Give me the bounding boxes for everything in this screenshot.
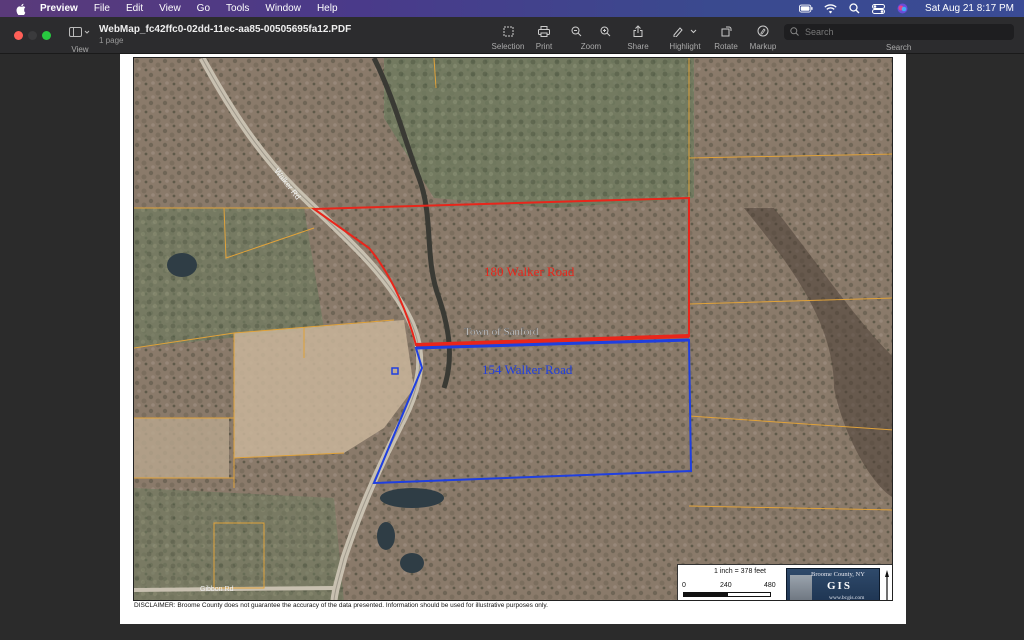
window-toolbar: View WebMap_fc42ffc0-02dd-11ec-aa85-0050…: [0, 17, 1024, 54]
highlight-icon: [670, 24, 700, 38]
scale-text: 1 inch = 378 feet: [714, 568, 766, 575]
selection-tool-label: Selection: [491, 42, 525, 51]
control-center-icon[interactable]: [871, 3, 885, 15]
view-label: View: [71, 45, 89, 54]
parcel-label-154: 154 Walker Road: [482, 362, 573, 377]
document-viewer[interactable]: 180 Walker Road 154 Walker Road Town of …: [0, 54, 1024, 640]
north-arrow-icon: [884, 569, 890, 600]
highlight-button[interactable]: Highlight: [665, 24, 705, 51]
markup-icon: [756, 24, 770, 38]
menu-view[interactable]: View: [159, 3, 181, 14]
scale-tick-240: 240: [720, 582, 732, 589]
document-title: WebMap_fc42ffc0-02dd-11ec-aa85-00505695f…: [99, 24, 352, 35]
zoom-button-group[interactable]: Zoom: [569, 24, 613, 51]
markup-button[interactable]: Markup: [743, 24, 783, 51]
search-input[interactable]: [805, 27, 995, 37]
print-button[interactable]: Print: [524, 24, 564, 51]
menu-app-preview[interactable]: Preview: [40, 3, 78, 14]
zoom-icon: [571, 24, 611, 38]
spotlight-search-icon[interactable]: [847, 3, 861, 15]
search-field-container: [784, 24, 1014, 40]
search-icon: [790, 23, 799, 41]
town-label: Town of Sanford: [464, 326, 539, 338]
share-label: Share: [627, 42, 649, 51]
parcel-label-180: 180 Walker Road: [484, 264, 575, 279]
print-icon: [537, 24, 551, 38]
pdf-page: 180 Walker Road 154 Walker Road Town of …: [120, 54, 906, 624]
selection-icon: [501, 24, 515, 38]
map-scale-legend: 1 inch = 378 feet 0 240 480 ft Broome Co…: [677, 564, 892, 600]
broome-county-gis-logo: Broome County, NY GIS www.bcgis.com: [786, 568, 880, 600]
view-sidebar-button[interactable]: View: [68, 24, 92, 54]
menubar-clock[interactable]: Sat Aug 21 8:17 PM: [925, 3, 1014, 14]
sidebar-icon: [69, 24, 91, 42]
markup-label: Markup: [749, 42, 777, 51]
apple-menu-icon[interactable]: [14, 2, 28, 16]
menu-tools[interactable]: Tools: [226, 3, 249, 14]
print-label: Print: [535, 42, 553, 51]
share-button[interactable]: Share: [618, 24, 658, 51]
selection-tool-button[interactable]: Selection: [488, 24, 528, 51]
rotate-button[interactable]: Rotate: [706, 24, 746, 51]
menu-window[interactable]: Window: [265, 3, 301, 14]
menu-help[interactable]: Help: [317, 3, 338, 14]
scale-tick-0: 0: [682, 582, 686, 589]
menu-file[interactable]: File: [94, 3, 110, 14]
scale-bar-segment: [727, 592, 771, 597]
document-page-count: 1 page: [99, 36, 124, 45]
courthouse-icon: [790, 575, 812, 600]
road-label-gibbon: Gibbon Rd: [200, 586, 234, 593]
logo-gis: GIS: [827, 580, 852, 592]
disclaimer-text: DISCLAIMER: Broome County does not guara…: [134, 602, 548, 609]
zoom-label: Zoom: [580, 42, 602, 51]
menu-go[interactable]: Go: [197, 3, 210, 14]
aerial-map: 180 Walker Road 154 Walker Road Town of …: [133, 57, 893, 601]
fullscreen-window-button[interactable]: [42, 31, 51, 40]
menu-bar: Preview File Edit View Go Tools Window H…: [0, 0, 1024, 17]
scale-tick-480: 480: [764, 582, 776, 589]
rotate-label: Rotate: [714, 42, 738, 51]
battery-icon[interactable]: [799, 3, 813, 15]
search-label: Search: [886, 43, 912, 52]
highlight-label: Highlight: [669, 42, 701, 51]
wifi-icon[interactable]: [823, 3, 837, 15]
minimize-window-button[interactable]: [28, 31, 37, 40]
close-window-button[interactable]: [14, 31, 23, 40]
siri-icon[interactable]: [895, 3, 909, 15]
share-icon: [631, 24, 645, 38]
logo-org: Broome County, NY: [811, 571, 865, 578]
menu-edit[interactable]: Edit: [126, 3, 143, 14]
rotate-icon: [719, 24, 733, 38]
